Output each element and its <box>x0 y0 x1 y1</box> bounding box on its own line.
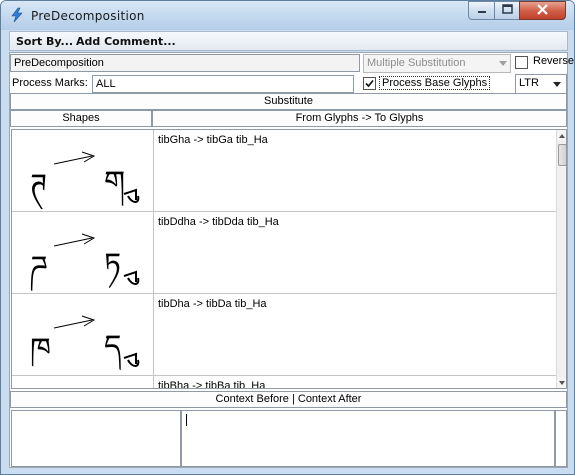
lookup-type-select[interactable]: Multiple Substitution <box>363 54 511 73</box>
context-before-field[interactable] <box>11 410 181 467</box>
direction-select[interactable]: LTR <box>515 74 567 94</box>
rule-row[interactable]: ཁ ད tibDha -> tibDa tib_Ha <box>12 294 556 376</box>
rule-row[interactable]: ཊ ག tibGha -> tibGa tib_Ha <box>12 130 556 212</box>
close-icon <box>537 3 548 18</box>
rule-shape-preview: ཁ ད <box>12 294 154 376</box>
menu-add-comment[interactable]: Add Comment... <box>76 35 176 48</box>
arrow-down-icon <box>559 381 565 385</box>
to-glyph: ག <box>104 165 125 207</box>
menu-bar: Sort By... Add Comment... <box>9 31 568 51</box>
context-scrollbar[interactable] <box>555 410 567 467</box>
process-marks-label: Process Marks: <box>12 77 88 89</box>
title-bar[interactable]: PreDecomposition <box>1 1 574 30</box>
direction-value: LTR <box>519 77 539 89</box>
reverse-checkbox[interactable] <box>515 56 528 69</box>
rule-text: tibDha -> tibDa tib_Ha <box>158 298 267 310</box>
maximize-button[interactable] <box>494 1 520 20</box>
rule-shape-preview: ཌ ཏ <box>12 212 154 294</box>
window-title: PreDecomposition <box>31 9 145 23</box>
rule-row[interactable]: tibBha -> tibBa tib_Ha <box>12 376 556 389</box>
process-base-glyphs-label: Process Base Glyphs <box>379 76 491 90</box>
rule-text: tibGha -> tibGa tib_Ha <box>158 134 268 146</box>
app-window: PreDecomposition Sort By... Add Comment.… <box>0 0 575 475</box>
rules-scrollbar[interactable] <box>556 130 566 388</box>
minimize-button[interactable] <box>468 1 495 20</box>
rule-text: tibDdha -> tibDda tib_Ha <box>158 216 279 228</box>
context-header: Context Before | Context After <box>10 391 567 408</box>
text-caret <box>186 414 187 426</box>
lookup-editor: PreDecomposition Multiple Substitution R… <box>9 52 574 468</box>
to-glyph: ད <box>104 329 121 371</box>
from-glyph: ཊ <box>30 168 47 210</box>
minimize-icon <box>477 5 487 17</box>
lightning-icon <box>9 7 25 23</box>
reverse-label: Reverse <box>533 55 574 67</box>
to-glyph: ཏ <box>104 247 121 289</box>
from-glyph: ཁ <box>30 332 51 367</box>
substitute-header: Substitute <box>10 93 567 110</box>
process-marks-input[interactable]: ALL <box>92 75 354 93</box>
arrow-up-icon <box>559 134 565 138</box>
scroll-down-button[interactable] <box>557 377 566 388</box>
chevron-down-icon <box>499 61 507 66</box>
rule-shape-preview: ཊ ག <box>12 130 154 212</box>
scroll-thumb[interactable] <box>558 144 566 166</box>
glyphs-column-header[interactable]: From Glyphs -> To Glyphs <box>152 110 567 127</box>
chevron-down-icon <box>553 82 561 87</box>
rule-text: tibBha -> tibBa tib_Ha <box>158 380 266 389</box>
rule-row[interactable]: ཌ ཏ tibDdha -> tibDda tib_Ha <box>12 212 556 294</box>
from-glyph: ཌ <box>30 250 47 292</box>
shapes-column-header[interactable]: Shapes <box>10 110 152 127</box>
rule-shape-preview <box>12 376 154 388</box>
checkmark-icon <box>365 79 374 88</box>
close-button[interactable] <box>519 1 566 20</box>
lookup-name-field[interactable]: PreDecomposition <box>10 54 360 72</box>
lookup-type-value: Multiple Substitution <box>367 57 466 69</box>
maximize-icon <box>501 4 513 17</box>
scroll-up-button[interactable] <box>557 130 566 141</box>
process-base-glyphs-checkbox[interactable] <box>363 77 376 90</box>
context-after-field[interactable] <box>181 410 555 467</box>
substitution-rules-list[interactable]: ཊ ག tibGha -> tibGa tib_Ha ཌ ཏ tibDdha -… <box>11 129 567 389</box>
menu-sort-by[interactable]: Sort By... <box>16 35 73 48</box>
